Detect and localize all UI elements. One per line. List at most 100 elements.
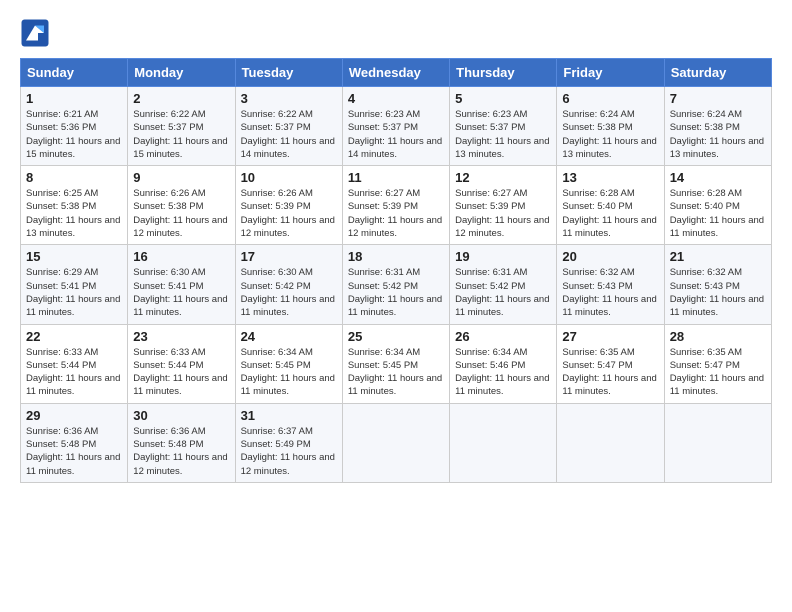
sunset-label: Sunset: 5:48 PM <box>26 439 96 450</box>
sunset-label: Sunset: 5:45 PM <box>348 360 418 371</box>
daylight-label: Daylight: 11 hours and 13 minutes. <box>455 136 549 160</box>
day-number: 22 <box>26 329 122 344</box>
daylight-label: Daylight: 11 hours and 11 minutes. <box>562 215 656 239</box>
sunrise-label: Sunrise: 6:35 AM <box>670 347 742 358</box>
calendar-cell: 12 Sunrise: 6:27 AM Sunset: 5:39 PM Dayl… <box>450 166 557 245</box>
header <box>20 18 772 48</box>
day-number: 9 <box>133 170 229 185</box>
day-info: Sunrise: 6:34 AM Sunset: 5:45 PM Dayligh… <box>348 346 444 399</box>
daylight-label: Daylight: 11 hours and 11 minutes. <box>348 294 442 318</box>
sunset-label: Sunset: 5:37 PM <box>133 122 203 133</box>
calendar-cell: 4 Sunrise: 6:23 AM Sunset: 5:37 PM Dayli… <box>342 87 449 166</box>
day-number: 8 <box>26 170 122 185</box>
sunset-label: Sunset: 5:40 PM <box>562 201 632 212</box>
calendar-cell: 31 Sunrise: 6:37 AM Sunset: 5:49 PM Dayl… <box>235 403 342 482</box>
day-number: 10 <box>241 170 337 185</box>
calendar-cell: 19 Sunrise: 6:31 AM Sunset: 5:42 PM Dayl… <box>450 245 557 324</box>
daylight-label: Daylight: 11 hours and 12 minutes. <box>133 452 227 476</box>
sunrise-label: Sunrise: 6:32 AM <box>562 267 634 278</box>
day-number: 17 <box>241 249 337 264</box>
calendar-week-1: 1 Sunrise: 6:21 AM Sunset: 5:36 PM Dayli… <box>21 87 772 166</box>
calendar-cell: 20 Sunrise: 6:32 AM Sunset: 5:43 PM Dayl… <box>557 245 664 324</box>
daylight-label: Daylight: 11 hours and 11 minutes. <box>26 373 120 397</box>
sunset-label: Sunset: 5:42 PM <box>455 281 525 292</box>
calendar-cell: 25 Sunrise: 6:34 AM Sunset: 5:45 PM Dayl… <box>342 324 449 403</box>
sunset-label: Sunset: 5:44 PM <box>26 360 96 371</box>
calendar-cell: 22 Sunrise: 6:33 AM Sunset: 5:44 PM Dayl… <box>21 324 128 403</box>
calendar-cell: 11 Sunrise: 6:27 AM Sunset: 5:39 PM Dayl… <box>342 166 449 245</box>
day-header-friday: Friday <box>557 59 664 87</box>
sunrise-label: Sunrise: 6:34 AM <box>455 347 527 358</box>
calendar-cell <box>342 403 449 482</box>
calendar-cell: 24 Sunrise: 6:34 AM Sunset: 5:45 PM Dayl… <box>235 324 342 403</box>
day-info: Sunrise: 6:36 AM Sunset: 5:48 PM Dayligh… <box>133 425 229 478</box>
daylight-label: Daylight: 11 hours and 13 minutes. <box>670 136 764 160</box>
day-info: Sunrise: 6:31 AM Sunset: 5:42 PM Dayligh… <box>348 266 444 319</box>
sunset-label: Sunset: 5:43 PM <box>670 281 740 292</box>
day-number: 21 <box>670 249 766 264</box>
day-info: Sunrise: 6:23 AM Sunset: 5:37 PM Dayligh… <box>455 108 551 161</box>
sunset-label: Sunset: 5:39 PM <box>241 201 311 212</box>
sunrise-label: Sunrise: 6:27 AM <box>348 188 420 199</box>
sunset-label: Sunset: 5:48 PM <box>133 439 203 450</box>
day-header-saturday: Saturday <box>664 59 771 87</box>
day-info: Sunrise: 6:31 AM Sunset: 5:42 PM Dayligh… <box>455 266 551 319</box>
day-info: Sunrise: 6:32 AM Sunset: 5:43 PM Dayligh… <box>670 266 766 319</box>
day-info: Sunrise: 6:34 AM Sunset: 5:45 PM Dayligh… <box>241 346 337 399</box>
day-number: 19 <box>455 249 551 264</box>
daylight-label: Daylight: 11 hours and 15 minutes. <box>26 136 120 160</box>
sunrise-label: Sunrise: 6:33 AM <box>26 347 98 358</box>
daylight-label: Daylight: 11 hours and 12 minutes. <box>133 215 227 239</box>
day-info: Sunrise: 6:21 AM Sunset: 5:36 PM Dayligh… <box>26 108 122 161</box>
sunrise-label: Sunrise: 6:33 AM <box>133 347 205 358</box>
sunrise-label: Sunrise: 6:31 AM <box>348 267 420 278</box>
sunset-label: Sunset: 5:38 PM <box>562 122 632 133</box>
day-info: Sunrise: 6:34 AM Sunset: 5:46 PM Dayligh… <box>455 346 551 399</box>
calendar-cell: 2 Sunrise: 6:22 AM Sunset: 5:37 PM Dayli… <box>128 87 235 166</box>
daylight-label: Daylight: 11 hours and 11 minutes. <box>670 294 764 318</box>
sunrise-label: Sunrise: 6:34 AM <box>241 347 313 358</box>
sunset-label: Sunset: 5:38 PM <box>133 201 203 212</box>
day-info: Sunrise: 6:26 AM Sunset: 5:39 PM Dayligh… <box>241 187 337 240</box>
day-info: Sunrise: 6:28 AM Sunset: 5:40 PM Dayligh… <box>562 187 658 240</box>
sunrise-label: Sunrise: 6:22 AM <box>133 109 205 120</box>
day-info: Sunrise: 6:28 AM Sunset: 5:40 PM Dayligh… <box>670 187 766 240</box>
calendar-cell: 6 Sunrise: 6:24 AM Sunset: 5:38 PM Dayli… <box>557 87 664 166</box>
sunrise-label: Sunrise: 6:37 AM <box>241 426 313 437</box>
sunset-label: Sunset: 5:36 PM <box>26 122 96 133</box>
day-number: 14 <box>670 170 766 185</box>
daylight-label: Daylight: 11 hours and 11 minutes. <box>455 294 549 318</box>
day-number: 27 <box>562 329 658 344</box>
day-header-wednesday: Wednesday <box>342 59 449 87</box>
calendar: SundayMondayTuesdayWednesdayThursdayFrid… <box>20 58 772 483</box>
daylight-label: Daylight: 11 hours and 14 minutes. <box>241 136 335 160</box>
daylight-label: Daylight: 11 hours and 11 minutes. <box>241 294 335 318</box>
daylight-label: Daylight: 11 hours and 12 minutes. <box>455 215 549 239</box>
sunrise-label: Sunrise: 6:29 AM <box>26 267 98 278</box>
sunset-label: Sunset: 5:41 PM <box>133 281 203 292</box>
sunrise-label: Sunrise: 6:31 AM <box>455 267 527 278</box>
daylight-label: Daylight: 11 hours and 11 minutes. <box>133 294 227 318</box>
sunrise-label: Sunrise: 6:34 AM <box>348 347 420 358</box>
daylight-label: Daylight: 11 hours and 11 minutes. <box>26 452 120 476</box>
calendar-cell: 5 Sunrise: 6:23 AM Sunset: 5:37 PM Dayli… <box>450 87 557 166</box>
calendar-cell <box>664 403 771 482</box>
sunset-label: Sunset: 5:45 PM <box>241 360 311 371</box>
day-number: 13 <box>562 170 658 185</box>
sunrise-label: Sunrise: 6:30 AM <box>133 267 205 278</box>
calendar-cell: 27 Sunrise: 6:35 AM Sunset: 5:47 PM Dayl… <box>557 324 664 403</box>
day-info: Sunrise: 6:36 AM Sunset: 5:48 PM Dayligh… <box>26 425 122 478</box>
day-number: 30 <box>133 408 229 423</box>
calendar-cell: 1 Sunrise: 6:21 AM Sunset: 5:36 PM Dayli… <box>21 87 128 166</box>
sunrise-label: Sunrise: 6:26 AM <box>133 188 205 199</box>
page: SundayMondayTuesdayWednesdayThursdayFrid… <box>0 0 792 612</box>
day-info: Sunrise: 6:33 AM Sunset: 5:44 PM Dayligh… <box>133 346 229 399</box>
sunset-label: Sunset: 5:39 PM <box>348 201 418 212</box>
sunset-label: Sunset: 5:37 PM <box>455 122 525 133</box>
daylight-label: Daylight: 11 hours and 15 minutes. <box>133 136 227 160</box>
daylight-label: Daylight: 11 hours and 13 minutes. <box>562 136 656 160</box>
sunrise-label: Sunrise: 6:21 AM <box>26 109 98 120</box>
daylight-label: Daylight: 11 hours and 14 minutes. <box>348 136 442 160</box>
calendar-cell: 18 Sunrise: 6:31 AM Sunset: 5:42 PM Dayl… <box>342 245 449 324</box>
calendar-header-row: SundayMondayTuesdayWednesdayThursdayFrid… <box>21 59 772 87</box>
